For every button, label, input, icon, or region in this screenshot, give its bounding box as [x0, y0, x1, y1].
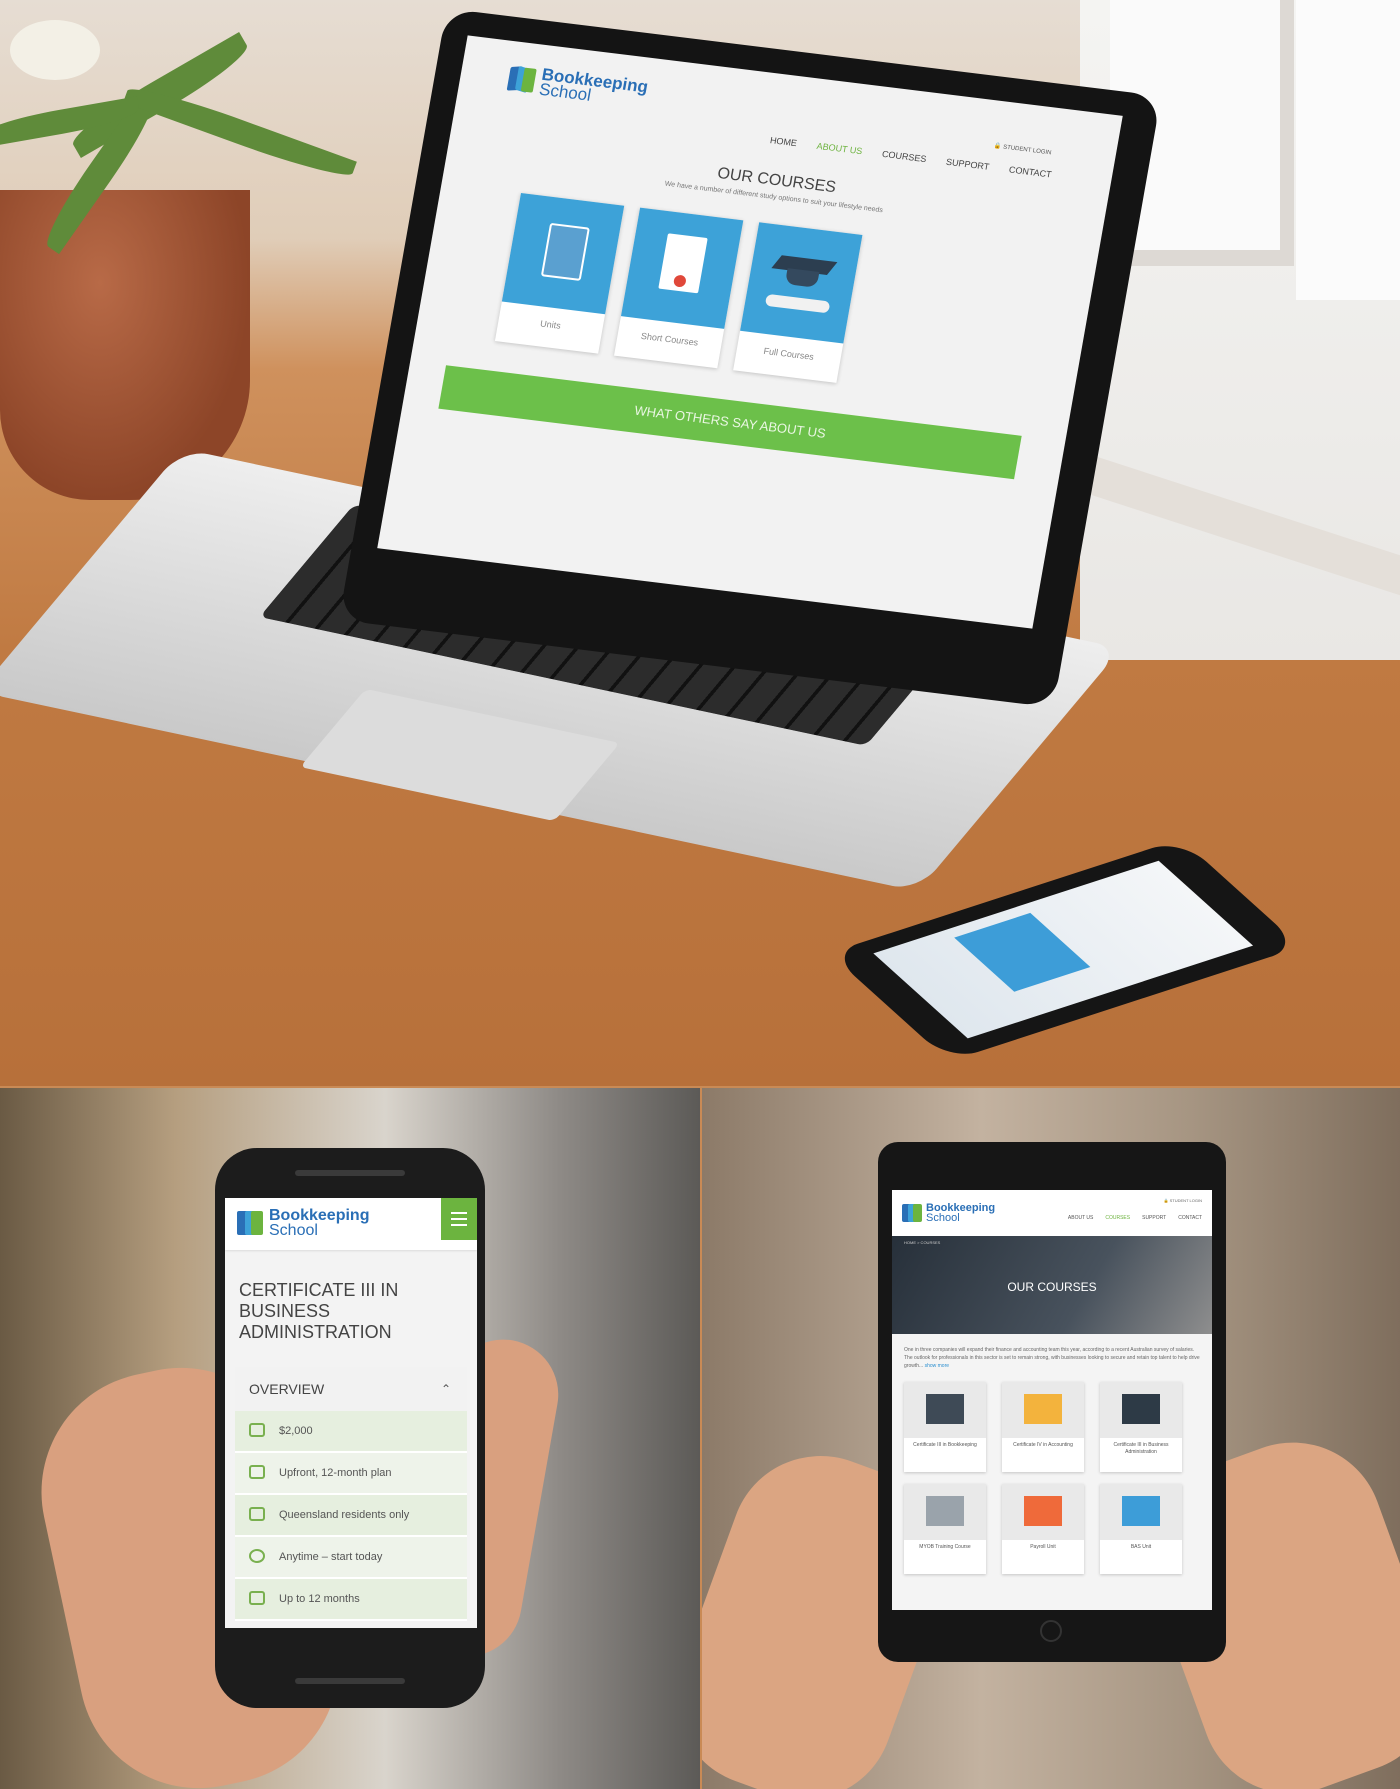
- course-card-units[interactable]: Units: [494, 193, 625, 354]
- accordion-label: OVERVIEW: [249, 1381, 325, 1397]
- course-card-label: Payroll Unit: [1030, 1544, 1056, 1550]
- row-text: Anytime – start today: [279, 1551, 383, 1563]
- tax-calculator-icon: [1100, 1484, 1182, 1540]
- tablet-photo: Bookkeeping School 🔒 STUDENT LOGIN ABOUT…: [702, 1088, 1400, 1789]
- nav-contact[interactable]: CONTACT: [1178, 1215, 1202, 1221]
- course-card[interactable]: MYOB Training Course: [904, 1484, 986, 1574]
- logo-line-2: School: [269, 1222, 318, 1239]
- book-icon: [501, 193, 625, 315]
- phone-speaker: [295, 1678, 405, 1684]
- course-card-label: Certificate III in Business Administrati…: [1113, 1442, 1169, 1455]
- overview-row-eligibility: Queensland residents only: [235, 1495, 467, 1537]
- accordion-header[interactable]: OVERVIEW ⌃: [235, 1367, 467, 1411]
- logo-text: Bookkeeping School: [926, 1203, 995, 1224]
- calendar-icon: [249, 1591, 265, 1605]
- overview-accordion: OVERVIEW ⌃ $2,000 Upfront, 12-month plan…: [235, 1367, 467, 1621]
- payroll-chart-icon: [1002, 1484, 1084, 1540]
- nav-support[interactable]: SUPPORT: [1142, 1215, 1166, 1221]
- plant-pot: [0, 190, 250, 500]
- course-card-label: MYOB Training Course: [919, 1544, 971, 1550]
- main-nav: ABOUT US COURSES SUPPORT CONTACT: [1068, 1215, 1202, 1221]
- logo-text: Bookkeeping School: [269, 1208, 369, 1239]
- tablet-header: Bookkeeping School 🔒 STUDENT LOGIN ABOUT…: [892, 1190, 1212, 1236]
- site-logo[interactable]: Bookkeeping School: [902, 1202, 995, 1224]
- logo-icon: [902, 1202, 922, 1224]
- smartphone: Bookkeeping School CERTIFICATE III IN BU…: [215, 1148, 485, 1708]
- logo-icon: [237, 1209, 263, 1237]
- phone-speaker: [295, 1170, 405, 1176]
- mobile-header: Bookkeeping School: [225, 1198, 477, 1250]
- course-card[interactable]: Payroll Unit: [1002, 1484, 1084, 1574]
- course-card[interactable]: Certificate IV in Accounting: [1002, 1382, 1084, 1472]
- hero-banner: HOME > COURSES OUR COURSES: [892, 1236, 1212, 1334]
- tablet: Bookkeeping School 🔒 STUDENT LOGIN ABOUT…: [878, 1142, 1226, 1662]
- testimonials-banner: WHAT OTHERS SAY ABOUT US: [438, 365, 1022, 480]
- logo-line-2: School: [926, 1212, 960, 1224]
- plant-leaf: [123, 79, 357, 185]
- tablet-screen: Bookkeeping School 🔒 STUDENT LOGIN ABOUT…: [892, 1190, 1212, 1610]
- nav-home[interactable]: HOME: [769, 135, 798, 148]
- nav-support[interactable]: SUPPORT: [945, 157, 990, 172]
- calculator-icon: [1002, 1382, 1084, 1438]
- phone-photo: Bookkeeping School CERTIFICATE III IN BU…: [0, 1088, 700, 1789]
- clock-icon: [249, 1549, 265, 1563]
- row-text: Queensland residents only: [279, 1509, 410, 1521]
- course-card[interactable]: BAS Unit: [1100, 1484, 1182, 1574]
- course-cards: Units Short Courses Full Courses: [494, 193, 863, 383]
- window-pane: [1296, 0, 1400, 300]
- nav-about-us[interactable]: ABOUT US: [816, 141, 863, 156]
- student-login-link[interactable]: 🔒 STUDENT LOGIN: [993, 142, 1051, 156]
- site-logo[interactable]: Bookkeeping School: [237, 1208, 369, 1239]
- page-title: CERTIFICATE III IN BUSINESS ADMINISTRATI…: [239, 1280, 399, 1342]
- graduation-cap-icon: [740, 222, 863, 344]
- course-grid: Certificate III in Bookkeeping Certifica…: [892, 1378, 1212, 1578]
- course-card-short-courses[interactable]: Short Courses: [614, 207, 744, 369]
- laptop-photo: Bookkeeping School 🔒 STUDENT LOGIN HOME …: [0, 0, 1400, 1086]
- course-card-full-courses[interactable]: Full Courses: [733, 222, 863, 383]
- course-card-label: Certificate III in Bookkeeping: [913, 1442, 977, 1448]
- course-card-label: Certificate IV in Accounting: [1013, 1442, 1073, 1448]
- site-logo[interactable]: Bookkeeping School: [506, 63, 650, 110]
- nav-about-us[interactable]: ABOUT US: [1068, 1215, 1093, 1221]
- phone-screen: Bookkeeping School CERTIFICATE III IN BU…: [225, 1198, 477, 1628]
- main-nav: HOME ABOUT US COURSES SUPPORT CONTACT: [769, 135, 1052, 179]
- hamburger-menu-icon[interactable]: [441, 1198, 477, 1240]
- course-card-label: BAS Unit: [1130, 1544, 1152, 1550]
- location-hand-icon: [249, 1507, 265, 1521]
- orchid-flower: [10, 20, 100, 80]
- hero-title: OUR COURSES: [1007, 1280, 1097, 1294]
- laptop-screen: Bookkeeping School 🔒 STUDENT LOGIN HOME …: [377, 35, 1123, 629]
- row-text: Upfront, 12-month plan: [279, 1467, 392, 1479]
- student-login-label: STUDENT LOGIN: [1169, 1198, 1202, 1203]
- course-card[interactable]: Certificate III in Bookkeeping: [904, 1382, 986, 1472]
- briefcase-icon: [1100, 1382, 1182, 1438]
- price-tag-icon: [249, 1423, 265, 1437]
- wallet-icon: [249, 1465, 265, 1479]
- overview-row-start: Anytime – start today: [235, 1537, 467, 1579]
- student-login-link[interactable]: 🔒 STUDENT LOGIN: [1164, 1198, 1202, 1203]
- nav-courses[interactable]: COURSES: [881, 149, 927, 164]
- computer-icon: [904, 1382, 986, 1438]
- logo-text: Bookkeeping School: [538, 65, 650, 110]
- overview-row-price: $2,000: [235, 1411, 467, 1453]
- overview-row-payment: Upfront, 12-month plan: [235, 1453, 467, 1495]
- show-more-link[interactable]: show more: [925, 1363, 949, 1369]
- nav-contact[interactable]: CONTACT: [1008, 164, 1052, 179]
- student-login-label: STUDENT LOGIN: [1002, 144, 1052, 157]
- overview-row-duration: Up to 12 months: [235, 1579, 467, 1621]
- laptop-icon: [904, 1484, 986, 1540]
- nav-courses[interactable]: COURSES: [1105, 1215, 1130, 1221]
- certificate-icon: [620, 207, 744, 329]
- intro-text: One in three companies will expand their…: [892, 1334, 1212, 1378]
- row-text: Up to 12 months: [279, 1593, 360, 1605]
- breadcrumb: HOME > COURSES: [904, 1240, 941, 1245]
- home-button[interactable]: [1040, 1620, 1062, 1642]
- chevron-up-icon: ⌃: [440, 1382, 451, 1396]
- row-text: $2,000: [279, 1425, 313, 1437]
- course-card[interactable]: Certificate III in Business Administrati…: [1100, 1382, 1182, 1472]
- logo-icon: [506, 64, 537, 95]
